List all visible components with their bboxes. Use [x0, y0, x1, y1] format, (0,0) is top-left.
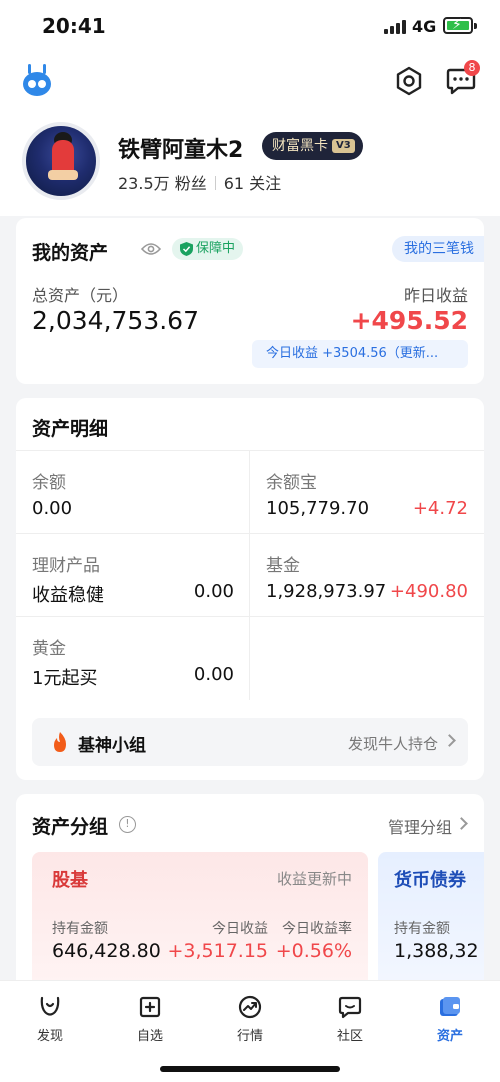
tab-assets[interactable]: 资产: [400, 991, 500, 1051]
detail-item-amount: 0.00: [32, 498, 73, 519]
vip-label: 财富黑卡: [272, 138, 328, 154]
avatar[interactable]: [22, 122, 100, 200]
discover-icon: [40, 996, 60, 1016]
vip-badge[interactable]: 财富黑卡 V3: [262, 132, 363, 160]
shield-icon: [180, 242, 193, 256]
asset-group-title: 资产分组: [32, 816, 109, 838]
asset-detail-card: 资产明细 余额 0.00 余额宝 105,779.70 +4.72 理财产品 收…: [16, 398, 484, 780]
community-chat-icon: [338, 996, 362, 1019]
group-card-name: 货币债券: [394, 870, 466, 891]
today-rate-value: +0.56%: [275, 940, 352, 962]
fans-count[interactable]: 23.5万 粉丝: [118, 174, 207, 193]
detail-item-balance[interactable]: 余额 0.00: [16, 450, 250, 533]
today-earnings-pill[interactable]: 今日收益 +3504.56（更新...: [252, 340, 468, 368]
wallet-icon: [440, 997, 460, 1016]
detail-item-label: 理财产品: [32, 556, 100, 576]
hold-amount-value: 646,428.80: [52, 940, 161, 962]
app-logo-icon[interactable]: [20, 64, 54, 98]
battery-icon: ⚡: [443, 17, 477, 34]
tab-market[interactable]: 行情: [200, 991, 300, 1051]
detail-item-gold[interactable]: 黄金 1元起买 0.00: [16, 616, 250, 699]
today-earnings-value: +3,517.15: [167, 940, 268, 962]
status-bar: 20:41 4G ⚡: [0, 0, 500, 56]
total-assets-label: 总资产（元）: [32, 286, 129, 305]
detail-item-label: 基金: [266, 556, 300, 576]
tab-label: 行情: [236, 1029, 263, 1044]
home-indicator: [160, 1066, 340, 1072]
money-bond-group-card[interactable]: 货币债券 持有金额 1,388,32: [378, 852, 484, 992]
secure-label: 保障中: [196, 241, 236, 256]
asset-detail-title: 资产明细: [32, 418, 109, 440]
asset-detail-grid: 余额 0.00 余额宝 105,779.70 +4.72 理财产品 收益稳健 0…: [16, 450, 484, 700]
username: 铁臂阿童木2: [118, 138, 244, 163]
vip-level: V3: [332, 139, 355, 153]
hold-amount-label: 持有金额: [394, 921, 450, 937]
add-watchlist-icon: [139, 996, 161, 1018]
detail-item-label: 余额: [32, 473, 66, 493]
detail-item-amount: 1,928,973.97: [266, 581, 387, 602]
today-rate-label: 今日收益率: [282, 921, 352, 937]
detail-item-label: 余额宝: [266, 473, 317, 493]
group-card-name: 股基: [52, 870, 88, 891]
detail-item-label: 黄金: [32, 639, 66, 659]
secure-badge[interactable]: 保障中: [172, 238, 244, 260]
tab-label: 发现: [36, 1029, 63, 1044]
manage-group-link[interactable]: 管理分组: [388, 814, 452, 838]
detail-item-amount: 0.00: [193, 664, 234, 685]
asset-group-card: 资产分组 ! 管理分组 股基 收益更新中 持有金额 646,428.80 今日收…: [16, 794, 484, 994]
yesterday-earnings-label: 昨日收益: [403, 286, 468, 305]
yesterday-earnings-value: +495.52: [350, 306, 468, 335]
group-link: 发现牛人持仓: [347, 735, 438, 753]
following-count[interactable]: 61 关注: [224, 174, 281, 193]
detail-item-gain: +490.80: [389, 581, 468, 602]
hold-amount-value: 1,388,32: [394, 940, 479, 962]
info-icon[interactable]: !: [119, 816, 136, 833]
message-count-badge: 8: [464, 60, 480, 76]
my-assets-title: 我的资产: [32, 242, 109, 264]
flame-icon: [54, 732, 66, 752]
detail-item-fund[interactable]: 基金 1,928,973.97 +490.80: [250, 533, 484, 616]
detail-item-amount: 105,779.70: [266, 498, 370, 519]
chevron-right-icon: [443, 734, 456, 747]
status-time: 20:41: [42, 14, 106, 38]
tab-label: 自选: [136, 1029, 163, 1044]
group-name: 基神小组: [78, 736, 146, 756]
tab-discover[interactable]: 发现: [0, 991, 100, 1051]
profile-header: 8 铁臂阿童木2 财富黑卡 V3 23.5万 粉丝 61 关注: [0, 56, 500, 216]
chevron-right-icon: [455, 817, 468, 830]
total-assets-value: 2,034,753.67: [32, 306, 199, 335]
tab-label: 社区: [336, 1029, 363, 1044]
tab-label: 资产: [436, 1029, 463, 1044]
detail-item-wealth[interactable]: 理财产品 收益稳健 0.00: [16, 533, 250, 616]
group-card-status: 收益更新中: [276, 870, 352, 888]
signal-icon: [384, 20, 406, 34]
network-type: 4G: [412, 17, 437, 36]
tab-community[interactable]: 社区: [300, 991, 400, 1051]
detail-item-sub: 收益稳健: [32, 585, 104, 606]
hold-amount-label: 持有金额: [52, 921, 108, 937]
stock-fund-group-card[interactable]: 股基 收益更新中 持有金额 646,428.80 今日收益 +3,517.15 …: [32, 852, 368, 992]
follow-stats: 23.5万 粉丝 61 关注: [118, 170, 281, 194]
tab-watchlist[interactable]: 自选: [100, 991, 200, 1051]
my-assets-card: 我的资产 保障中 我的三笔钱 总资产（元） 2,034,753.67 昨日收益 …: [16, 218, 484, 384]
detail-item-gain: +4.72: [412, 498, 468, 519]
detail-item-yuebao[interactable]: 余额宝 105,779.70 +4.72: [250, 450, 484, 533]
three-money-button[interactable]: 我的三笔钱: [392, 236, 484, 262]
detail-item-sub: 1元起买: [32, 668, 98, 689]
detail-item-amount: 0.00: [193, 581, 234, 602]
fund-group-bar[interactable]: 基神小组 发现牛人持仓: [32, 718, 468, 766]
market-trend-icon: [238, 995, 262, 1019]
settings-icon[interactable]: [394, 66, 424, 96]
today-earnings-label: 今日收益: [212, 921, 268, 937]
eye-icon[interactable]: [141, 242, 161, 256]
